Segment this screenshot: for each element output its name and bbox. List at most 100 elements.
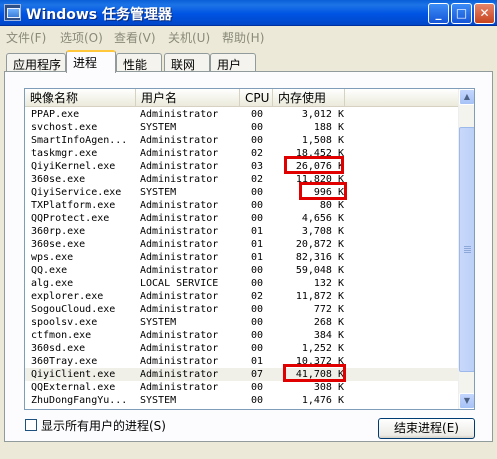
process-name: explorer.exe	[31, 291, 104, 302]
process-name: ZhuDongFangYu...	[31, 395, 128, 406]
process-cpu: 00	[251, 317, 264, 328]
table-row[interactable]: explorer.exe Administrator 02 11,872 K	[25, 290, 459, 303]
menu-bar: 文件(F) 选项(O) 查看(V) 关机(U) 帮助(H)	[0, 27, 497, 45]
table-row[interactable]: 360rp.exe Administrator 01 3,708 K	[25, 225, 459, 238]
process-cpu: 00	[251, 135, 264, 146]
highlight-box-qiyikernel	[284, 156, 344, 174]
menu-help[interactable]: 帮助(H)	[222, 29, 264, 46]
process-cpu: 02	[251, 174, 264, 185]
table-row[interactable]: QQProtect.exe Administrator 00 4,656 K	[25, 212, 459, 225]
table-row[interactable]: SogouCloud.exe Administrator 00 772 K	[25, 303, 459, 316]
table-row[interactable]: 360sd.exe Administrator 00 1,252 K	[25, 342, 459, 355]
process-memory: 268 K	[313, 317, 344, 328]
highlight-box-qiyiservice	[299, 182, 347, 200]
process-user: Administrator	[140, 226, 219, 237]
scroll-down-button[interactable]: ▼	[459, 393, 474, 409]
process-cpu: 00	[251, 187, 264, 198]
tab-performance[interactable]: 性能	[116, 53, 162, 72]
menu-options[interactable]: 选项(O)	[60, 29, 103, 46]
table-row[interactable]: ZhuDongFangYu... SYSTEM 00 1,476 K	[25, 394, 459, 407]
tab-networking[interactable]: 联网	[164, 53, 210, 72]
process-cpu: 00	[251, 200, 264, 211]
table-row[interactable]: ctfmon.exe Administrator 00 384 K	[25, 329, 459, 342]
end-process-button[interactable]: 结束进程(E)	[378, 418, 475, 439]
maximize-button[interactable]: □	[451, 3, 472, 24]
process-cpu: 00	[251, 330, 264, 341]
scroll-up-button[interactable]: ▲	[459, 89, 474, 105]
process-user: SYSTEM	[140, 122, 177, 133]
process-cpu: 00	[251, 122, 264, 133]
process-cpu: 00	[251, 382, 264, 393]
process-user: Administrator	[140, 343, 219, 354]
table-row[interactable]: QiyiClient.exe Administrator 07 41,708 K	[25, 368, 459, 381]
process-user: Administrator	[140, 135, 219, 146]
process-memory: 1,476 K	[301, 395, 344, 406]
list-header: 映像名称 用户名 CPU 内存使用	[25, 89, 459, 107]
vertical-scrollbar[interactable]: ▲ ▼	[458, 89, 474, 409]
process-memory: 80 K	[319, 200, 344, 211]
table-row[interactable]: alg.exe LOCAL SERVICE 00 132 K	[25, 277, 459, 290]
column-user-name[interactable]: 用户名	[136, 89, 240, 107]
process-memory: 384 K	[313, 330, 344, 341]
process-user: Administrator	[140, 265, 219, 276]
table-row[interactable]: QQExternal.exe Administrator 00 308 K	[25, 381, 459, 394]
table-row[interactable]: SmartInfoAgen... Administrator 00 1,508 K	[25, 134, 459, 147]
task-manager-window: Windows 任务管理器 _ □ ✕ 文件(F) 选项(O) 查看(V) 关机…	[0, 0, 497, 459]
process-name: QiyiService.exe	[31, 187, 122, 198]
column-image-name[interactable]: 映像名称	[25, 89, 136, 107]
table-row[interactable]: QiyiService.exe SYSTEM 00 996 K	[25, 186, 459, 199]
table-row[interactable]: 360Tray.exe Administrator 01 10,372 K	[25, 355, 459, 368]
process-memory: 20,872 K	[295, 239, 344, 250]
process-cpu: 01	[251, 239, 264, 250]
process-name: taskmgr.exe	[31, 148, 98, 159]
tab-processes[interactable]: 进程	[66, 50, 116, 73]
table-row[interactable]: svchost.exe SYSTEM 00 188 K	[25, 121, 459, 134]
process-user: Administrator	[140, 200, 219, 211]
menu-view[interactable]: 查看(V)	[114, 29, 156, 46]
minimize-button[interactable]: _	[428, 3, 449, 24]
process-user: LOCAL SERVICE	[140, 278, 219, 289]
process-user: Administrator	[140, 304, 219, 315]
process-memory: 1,252 K	[301, 343, 344, 354]
process-memory: 308 K	[313, 382, 344, 393]
title-bar[interactable]: Windows 任务管理器 _ □ ✕	[0, 0, 497, 26]
table-row[interactable]: PPAP.exe Administrator 00 3,012 K	[25, 108, 459, 121]
process-name: 360Tray.exe	[31, 356, 98, 367]
tab-users[interactable]: 用户	[210, 53, 256, 72]
show-all-users-label[interactable]: 显示所有用户的进程(S)	[41, 417, 166, 434]
column-memory[interactable]: 内存使用	[273, 89, 345, 107]
show-all-users-checkbox[interactable]	[25, 419, 37, 431]
menu-file[interactable]: 文件(F)	[6, 29, 46, 46]
process-name: 360se.exe	[31, 239, 86, 250]
process-memory: 772 K	[313, 304, 344, 315]
table-row[interactable]: 360se.exe Administrator 02 11,820 K	[25, 173, 459, 186]
table-row[interactable]: taskmgr.exe Administrator 02 18,452 K	[25, 147, 459, 160]
tab-applications[interactable]: 应用程序	[6, 53, 66, 72]
process-name: PPAP.exe	[31, 109, 80, 120]
close-button[interactable]: ✕	[474, 3, 495, 24]
table-row[interactable]: QiyiKernel.exe Administrator 03 26,076 K	[25, 160, 459, 173]
process-user: Administrator	[140, 161, 219, 172]
process-memory: 59,048 K	[295, 265, 344, 276]
process-user: Administrator	[140, 356, 219, 367]
table-row[interactable]: wps.exe Administrator 01 82,316 K	[25, 251, 459, 264]
scroll-thumb[interactable]	[459, 127, 474, 372]
process-cpu: 00	[251, 304, 264, 315]
table-row[interactable]: 360se.exe Administrator 01 20,872 K	[25, 238, 459, 251]
process-name: QQ.exe	[31, 265, 68, 276]
process-name: 360sd.exe	[31, 343, 86, 354]
table-row[interactable]: TXPlatform.exe Administrator 00 80 K	[25, 199, 459, 212]
process-cpu: 02	[251, 291, 264, 302]
process-name: SogouCloud.exe	[31, 304, 116, 315]
column-cpu[interactable]: CPU	[240, 89, 273, 107]
process-user: Administrator	[140, 213, 219, 224]
menu-shutdown[interactable]: 关机(U)	[168, 29, 210, 46]
process-memory: 1,508 K	[301, 135, 344, 146]
process-name: SmartInfoAgen...	[31, 135, 128, 146]
table-row[interactable]: QQ.exe Administrator 00 59,048 K	[25, 264, 459, 277]
table-row[interactable]: spoolsv.exe SYSTEM 00 268 K	[25, 316, 459, 329]
process-memory: 188 K	[313, 122, 344, 133]
highlight-box-qiyiclient	[283, 364, 346, 382]
process-list[interactable]: 映像名称 用户名 CPU 内存使用 PPAP.exe Administrator 0…	[24, 88, 475, 410]
process-user: Administrator	[140, 239, 219, 250]
